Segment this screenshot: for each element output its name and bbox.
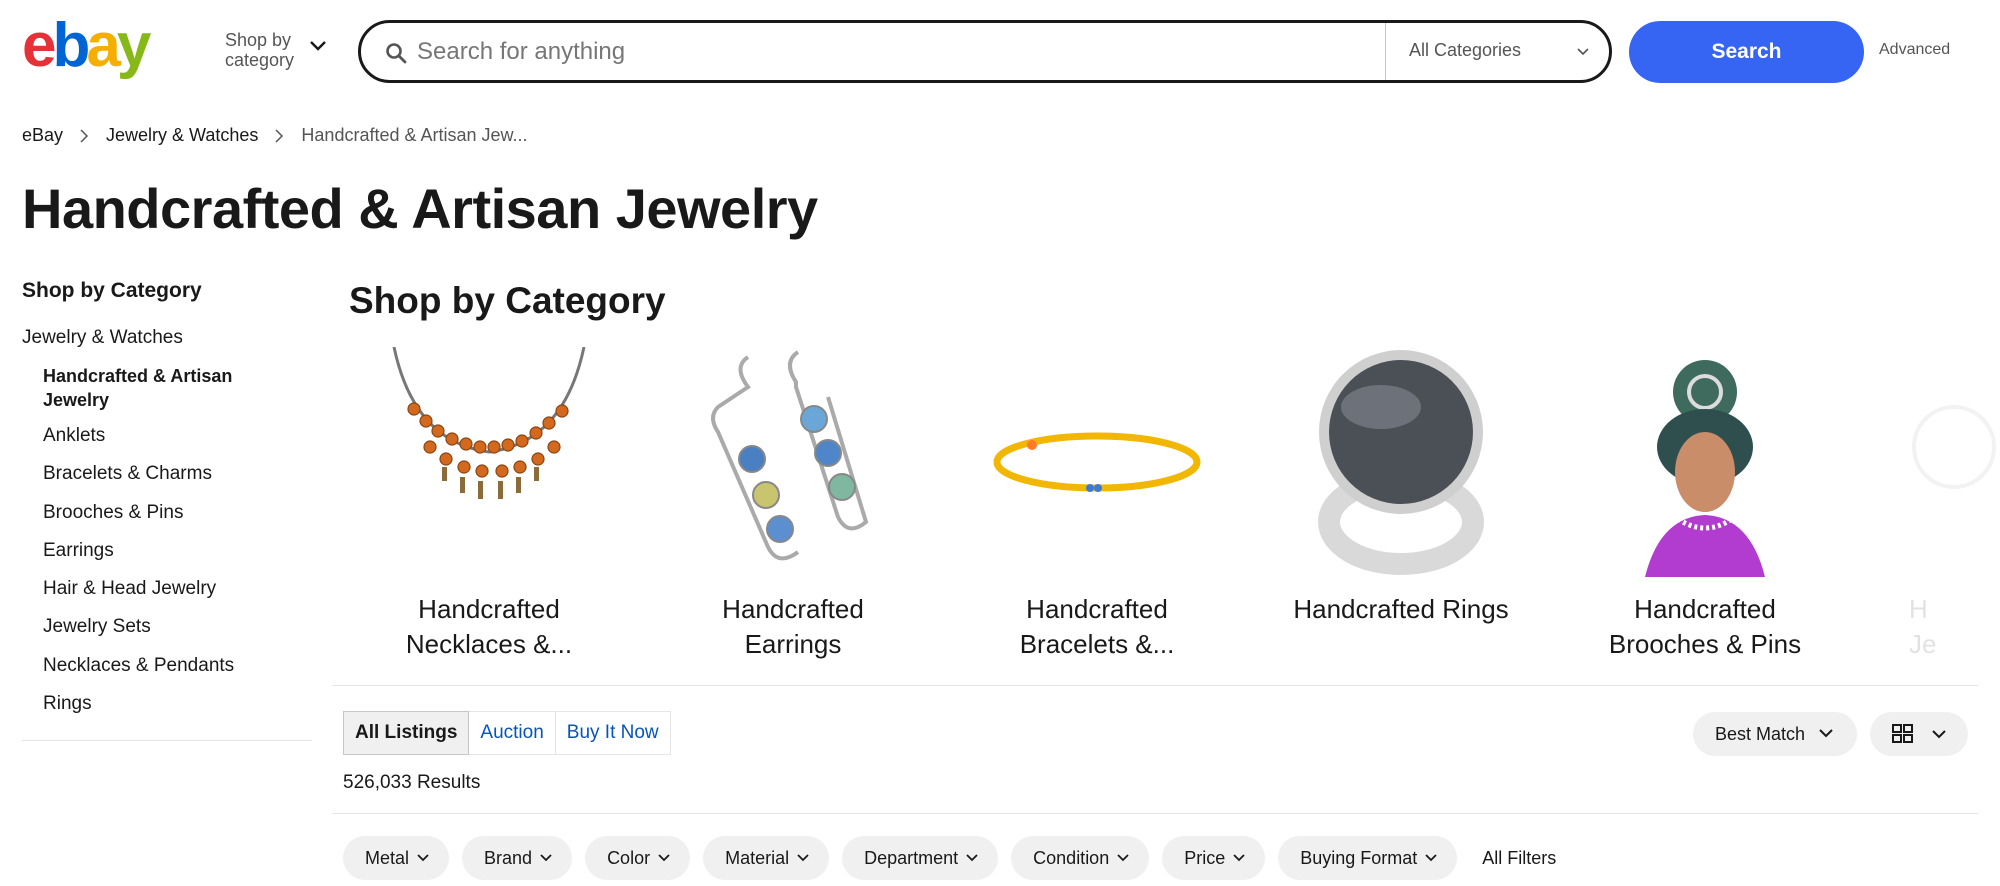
grid-view-icon bbox=[1892, 724, 1913, 743]
breadcrumb-ebay[interactable]: eBay bbox=[22, 125, 63, 146]
chevron-down-icon bbox=[1117, 854, 1129, 862]
category-tile-label-line-1: Handcrafted Rings bbox=[1293, 594, 1509, 624]
tab-auction[interactable]: Auction bbox=[469, 711, 556, 755]
sidebar-divider bbox=[22, 740, 312, 741]
ring-image bbox=[1318, 350, 1484, 575]
search-icon bbox=[386, 43, 407, 64]
earrings-image bbox=[711, 350, 869, 561]
category-tile-necklaces[interactable]: Handcrafted Necklaces &... bbox=[369, 347, 609, 662]
category-tile-label-line-1: Handcrafted bbox=[1026, 594, 1168, 624]
sidebar-item-rings[interactable]: Rings bbox=[43, 690, 234, 728]
category-tile-label-line-1: Handcrafted bbox=[418, 594, 560, 624]
sidebar-heading: Shop by Category bbox=[22, 279, 202, 302]
category-select[interactable]: All Categories bbox=[1409, 40, 1521, 61]
filter-metal[interactable]: Metal bbox=[343, 836, 450, 880]
chevron-down-icon bbox=[1819, 729, 1833, 738]
sort-label: Best Match bbox=[1715, 724, 1806, 744]
chevron-right-icon bbox=[80, 128, 89, 143]
brooch-image bbox=[1645, 360, 1765, 577]
chevron-down-icon bbox=[797, 854, 809, 862]
chevron-down-icon bbox=[1233, 854, 1245, 862]
sidebar-item-earrings[interactable]: Earrings bbox=[43, 537, 234, 575]
filter-buying-format[interactable]: Buying Format bbox=[1278, 836, 1458, 880]
page-title: Handcrafted & Artisan Jewelry bbox=[22, 177, 818, 240]
search-divider bbox=[1385, 23, 1386, 80]
category-tile-label-line-2: Necklaces &... bbox=[405, 629, 573, 659]
bracelet-image bbox=[993, 432, 1201, 492]
chevron-right-icon bbox=[275, 128, 284, 143]
sidebar-item-current[interactable]: Handcrafted & Artisan Jewelry bbox=[43, 364, 273, 412]
category-tile-label-line-2: Brooches & Pins bbox=[1608, 629, 1802, 659]
filter-label: Department bbox=[864, 848, 959, 868]
chevron-down-icon bbox=[966, 854, 978, 862]
section-divider bbox=[332, 685, 1978, 686]
section-divider bbox=[332, 813, 1978, 814]
chevron-down-icon bbox=[658, 854, 670, 862]
search-input[interactable] bbox=[417, 29, 1377, 74]
chevron-down-icon bbox=[540, 854, 552, 862]
chevron-down-icon bbox=[1425, 854, 1437, 862]
tab-buy-it-now[interactable]: Buy It Now bbox=[555, 711, 671, 755]
category-tile-earrings[interactable]: Handcrafted Earrings bbox=[673, 347, 913, 662]
sidebar-item-jewelry-sets[interactable]: Jewelry Sets bbox=[43, 613, 234, 651]
shop-by-line-2: category bbox=[225, 50, 295, 70]
results-count: 526,033 Results bbox=[343, 772, 481, 793]
filter-brand[interactable]: Brand bbox=[462, 836, 573, 880]
advanced-search-link[interactable]: Advanced bbox=[1879, 41, 1950, 59]
sidebar-item-necklaces-pendants[interactable]: Necklaces & Pendants bbox=[43, 652, 234, 690]
search-bar: All Categories bbox=[358, 20, 1612, 83]
category-tile-label-line-2: Earrings bbox=[744, 629, 842, 659]
shop-by-category-button[interactable]: Shop by category bbox=[225, 30, 294, 70]
filter-label: Buying Format bbox=[1300, 848, 1418, 868]
filter-label: Price bbox=[1184, 848, 1226, 868]
sort-dropdown[interactable]: Best Match bbox=[1693, 712, 1857, 756]
all-filters-button[interactable]: All Filters bbox=[1470, 836, 1576, 880]
filter-department[interactable]: Department bbox=[842, 836, 999, 880]
category-tile-label-line-1: H bbox=[1909, 594, 1928, 624]
search-button[interactable]: Search bbox=[1629, 21, 1864, 83]
filter-label: Color bbox=[607, 848, 651, 868]
filter-price[interactable]: Price bbox=[1162, 836, 1266, 880]
jewelry-image bbox=[1912, 405, 1996, 489]
filter-label: Condition bbox=[1033, 848, 1110, 868]
category-tile-next[interactable]: H Je bbox=[1889, 347, 2000, 662]
necklace-image bbox=[392, 347, 586, 499]
category-tile-label-line-2: Bracelets &... bbox=[1019, 629, 1175, 659]
sidebar-item-bracelets-charms[interactable]: Bracelets & Charms bbox=[43, 460, 234, 498]
category-tile-label-line-2: Je bbox=[1909, 629, 1937, 659]
category-tile-rings[interactable]: Handcrafted Rings bbox=[1281, 347, 1521, 627]
view-toggle[interactable] bbox=[1870, 712, 1968, 756]
sidebar-item-jewelry-watches[interactable]: Jewelry & Watches bbox=[22, 327, 183, 349]
sidebar-subcategory-list: Anklets Bracelets & Charms Brooches & Pi… bbox=[43, 422, 234, 728]
filter-label: Material bbox=[725, 848, 790, 868]
filter-color[interactable]: Color bbox=[585, 836, 691, 880]
category-carousel-heading: Shop by Category bbox=[349, 280, 666, 321]
chevron-down-icon bbox=[1932, 730, 1946, 739]
sidebar-item-hair-head-jewelry[interactable]: Hair & Head Jewelry bbox=[43, 575, 234, 613]
filter-bar: Metal Brand Color Material Department Co… bbox=[343, 836, 1576, 880]
category-tile-label-line-1: Handcrafted bbox=[722, 594, 864, 624]
filter-condition[interactable]: Condition bbox=[1011, 836, 1150, 880]
sidebar-item-anklets[interactable]: Anklets bbox=[43, 422, 234, 460]
svg-text:ebay: ebay bbox=[22, 18, 152, 80]
tab-all-listings[interactable]: All Listings bbox=[343, 711, 470, 755]
filter-material[interactable]: Material bbox=[703, 836, 830, 880]
chevron-down-icon bbox=[417, 854, 429, 862]
category-tile-brooches[interactable]: Handcrafted Brooches & Pins bbox=[1585, 347, 1825, 662]
chevron-down-icon[interactable] bbox=[309, 40, 327, 52]
breadcrumb-jewelry-watches[interactable]: Jewelry & Watches bbox=[106, 125, 258, 146]
sidebar-item-brooches-pins[interactable]: Brooches & Pins bbox=[43, 499, 234, 537]
category-tile-label-line-1: Handcrafted bbox=[1634, 594, 1776, 624]
listing-type-tabs: All Listings Auction Buy It Now bbox=[343, 711, 671, 755]
shop-by-line-1: Shop by bbox=[225, 30, 292, 50]
chevron-down-icon[interactable] bbox=[1577, 48, 1589, 56]
filter-label: Metal bbox=[365, 848, 410, 868]
category-tile-bracelets[interactable]: Handcrafted Bracelets &... bbox=[977, 347, 1217, 662]
filter-label: Brand bbox=[484, 848, 533, 868]
breadcrumb-current: Handcrafted & Artisan Jew... bbox=[301, 125, 528, 145]
breadcrumb: eBay Jewelry & Watches Handcrafted & Art… bbox=[22, 125, 528, 146]
ebay-logo[interactable]: ebay bbox=[22, 18, 188, 86]
